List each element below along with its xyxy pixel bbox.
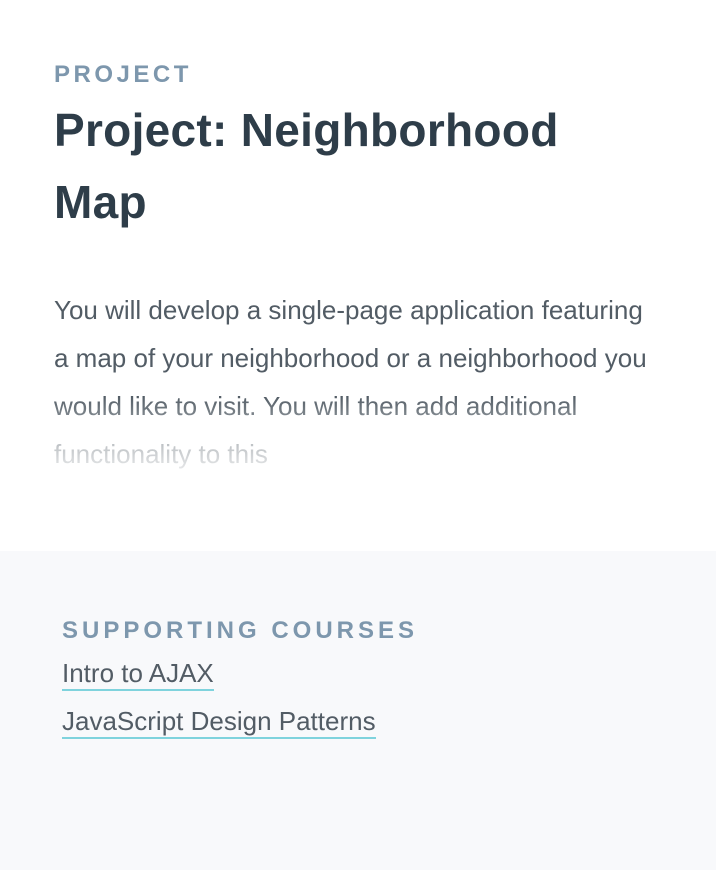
supporting-courses-list: Intro to AJAX JavaScript Design Patterns (62, 649, 654, 745)
course-link-intro-to-ajax[interactable]: Intro to AJAX (62, 658, 214, 691)
project-title-line-2: Map (54, 176, 147, 228)
supporting-courses-section: SUPPORTING COURSES Intro to AJAX JavaScr… (0, 551, 716, 870)
supporting-courses-heading: SUPPORTING COURSES (62, 617, 419, 644)
project-description-container: You will develop a single-page applicati… (54, 286, 662, 486)
project-title: Project: Neighborhood Map (54, 94, 662, 238)
project-title-line-1: Project: Neighborhood (54, 104, 559, 156)
list-item: JavaScript Design Patterns (62, 697, 654, 745)
project-eyebrow: PROJECT (54, 61, 192, 88)
list-item: Intro to AJAX (62, 649, 654, 697)
project-section: PROJECT Project: Neighborhood Map You wi… (0, 0, 716, 551)
course-link-javascript-design-patterns[interactable]: JavaScript Design Patterns (62, 706, 376, 739)
project-description: You will develop a single-page applicati… (54, 295, 647, 469)
